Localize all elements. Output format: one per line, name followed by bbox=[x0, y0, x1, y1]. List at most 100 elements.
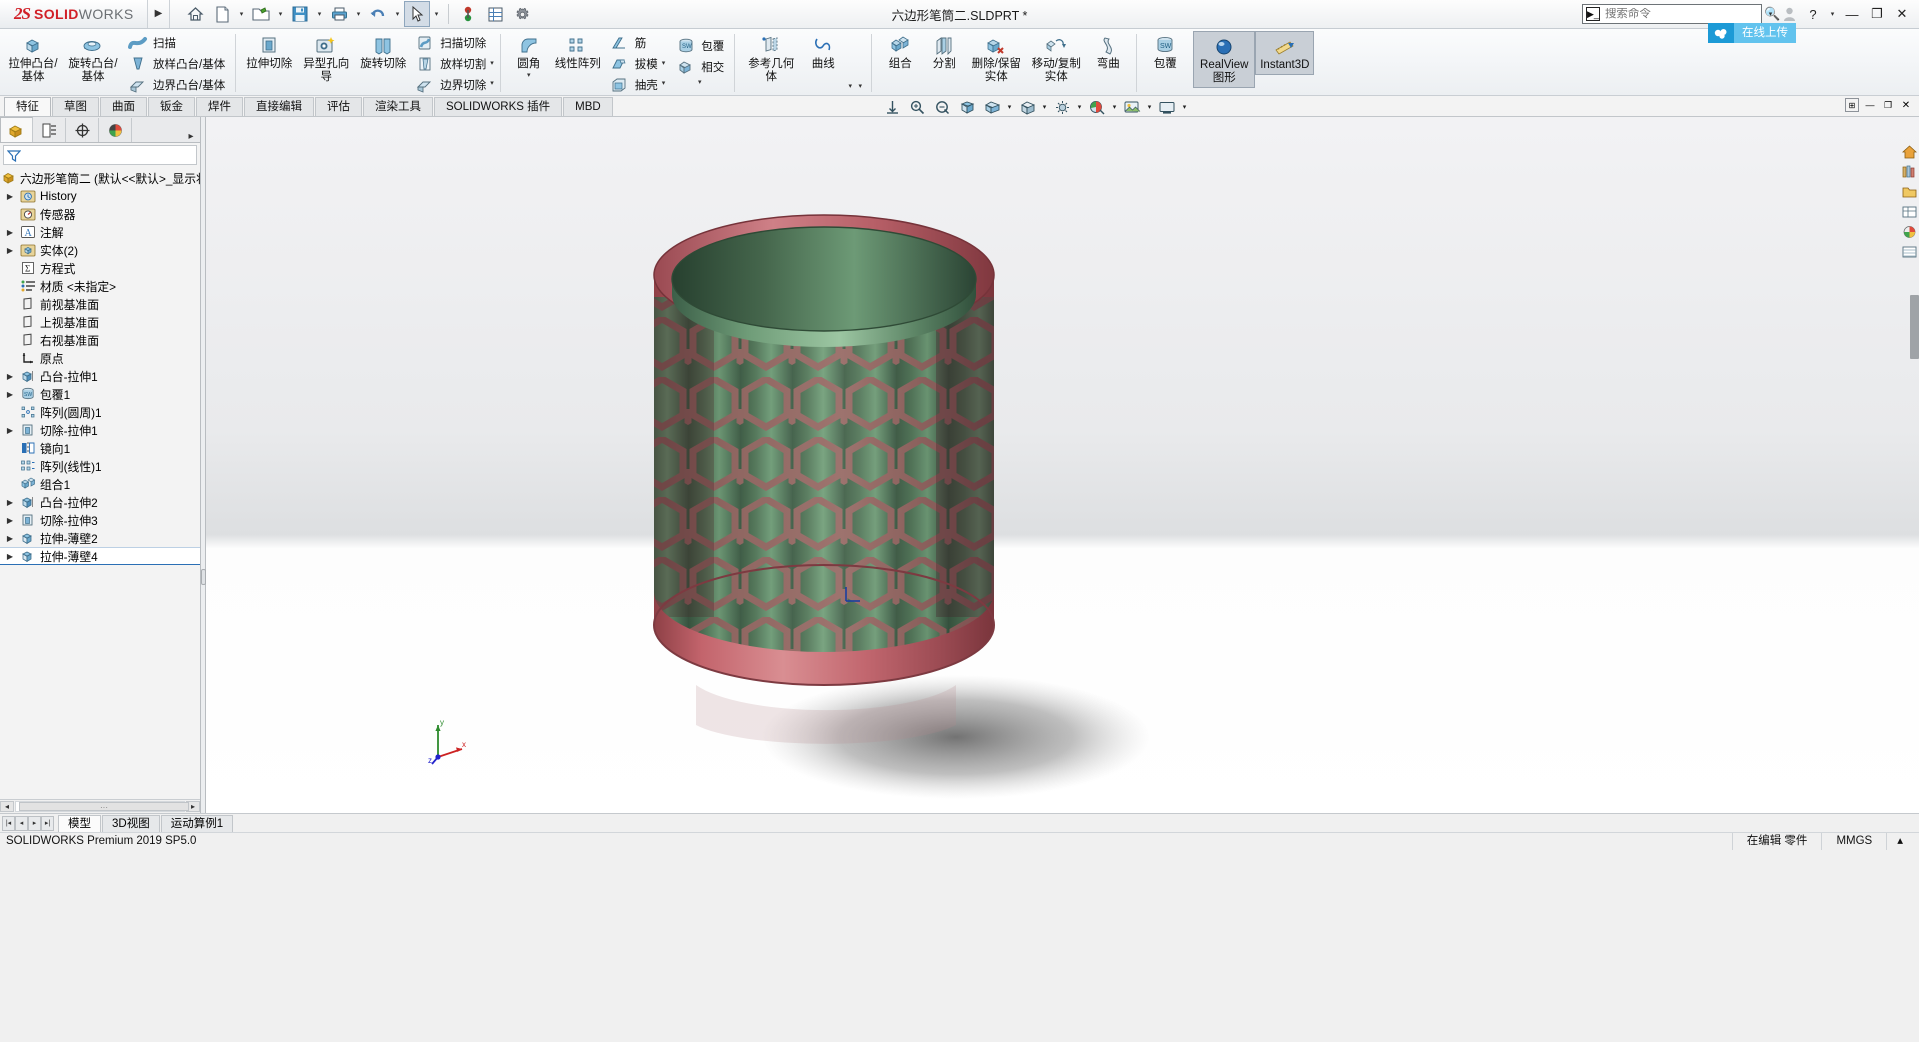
tab-evaluate[interactable]: 评估 bbox=[315, 97, 362, 116]
wrap2-button[interactable]: SW 包覆 bbox=[1143, 31, 1187, 73]
hide-show-items-icon[interactable] bbox=[1050, 96, 1074, 118]
expander-icon[interactable]: ▶ bbox=[2, 192, 18, 201]
property-manager-tab[interactable] bbox=[33, 118, 66, 142]
tab-nav-first-icon[interactable]: |◂ bbox=[2, 816, 15, 831]
minimize-graphics-button[interactable]: — bbox=[1863, 98, 1877, 112]
new-document-icon[interactable] bbox=[209, 1, 235, 27]
online-upload-badge[interactable]: 在线上传 bbox=[1708, 23, 1796, 43]
tab-mbd[interactable]: MBD bbox=[563, 97, 613, 116]
expander-icon[interactable]: ▶ bbox=[2, 426, 18, 435]
open-caret-icon[interactable]: ▾ bbox=[275, 1, 286, 27]
move-copy-body-button[interactable]: 移动/复制实体 bbox=[1026, 31, 1086, 86]
help-button[interactable]: ? bbox=[1802, 3, 1824, 25]
open-icon[interactable] bbox=[248, 1, 274, 27]
expander-icon[interactable]: ▶ bbox=[2, 228, 18, 237]
expander-icon[interactable]: ▶ bbox=[2, 516, 18, 525]
feature-tree-item[interactable]: 传感器 bbox=[0, 205, 200, 223]
view-settings-icon[interactable] bbox=[1155, 96, 1179, 118]
tab-features[interactable]: 特征 bbox=[4, 97, 51, 116]
restore-graphics-button[interactable]: ❐ bbox=[1881, 98, 1895, 112]
cut-caret-2-icon[interactable]: ▾ bbox=[490, 73, 494, 93]
gear-icon[interactable] bbox=[509, 1, 535, 27]
feature-tree-item[interactable]: ▶A注解 bbox=[0, 223, 200, 241]
tab-surfaces[interactable]: 曲面 bbox=[100, 97, 147, 116]
sweep-cut-button[interactable]: 扫描切除 bbox=[410, 32, 490, 53]
undo-caret-icon[interactable]: ▾ bbox=[392, 1, 403, 27]
feature-tree-item[interactable]: ▶凸台-拉伸1 bbox=[0, 367, 200, 385]
tab-nav-last-icon[interactable]: ▸| bbox=[41, 816, 54, 831]
close-button[interactable]: ✕ bbox=[1891, 3, 1913, 25]
fillet-caret-icon[interactable]: ▾ bbox=[527, 71, 531, 80]
graphics-area[interactable]: y x z bbox=[206, 117, 1919, 813]
units-label[interactable]: MMGS bbox=[1821, 833, 1886, 850]
feature-tree-item[interactable]: 材质 <未指定> bbox=[0, 277, 200, 295]
hole-wizard-button[interactable]: 异型孔向导 bbox=[296, 31, 356, 86]
select-caret-icon[interactable]: ▾ bbox=[431, 1, 442, 27]
units-caret-icon[interactable]: ▴ bbox=[1886, 833, 1913, 850]
feature-tree-item[interactable]: ▶SW包覆1 bbox=[0, 385, 200, 403]
scene-caret-icon[interactable]: ▾ bbox=[1145, 96, 1154, 118]
feature-tree-item[interactable]: ▶实体(2) bbox=[0, 241, 200, 259]
search-box[interactable]: ▶_ 🔍 bbox=[1582, 4, 1762, 24]
file-explorer-icon[interactable] bbox=[1900, 183, 1918, 201]
loft-cut-button[interactable]: 放样切割 bbox=[410, 53, 490, 74]
feature-tree-item[interactable]: 组合1 bbox=[0, 475, 200, 493]
feature-manager-expand-icon[interactable]: ▸ bbox=[182, 131, 200, 142]
curves-caret-icon[interactable]: ▾ bbox=[855, 79, 865, 93]
tab-nav-next-icon[interactable]: ▸ bbox=[28, 816, 41, 831]
expander-icon[interactable]: ▶ bbox=[2, 390, 18, 399]
revolve-boss-button[interactable]: 旋转凸台/基体 bbox=[63, 31, 123, 86]
tab-render-tools[interactable]: 渲染工具 bbox=[363, 97, 433, 116]
wrap-caret-icon[interactable]: ▾ bbox=[671, 77, 728, 86]
instant3d-button[interactable]: Instant3D bbox=[1255, 31, 1314, 75]
print-caret-icon[interactable]: ▾ bbox=[353, 1, 364, 27]
custom-properties-icon[interactable] bbox=[1900, 243, 1918, 261]
feature-tree-item[interactable]: 前视基准面 bbox=[0, 295, 200, 313]
zoom-to-area-icon[interactable] bbox=[905, 96, 929, 118]
print-icon[interactable] bbox=[326, 1, 352, 27]
view-settings-caret-icon[interactable]: ▾ bbox=[1180, 96, 1189, 118]
delete-keep-body-button[interactable]: 删除/保留实体 bbox=[966, 31, 1026, 86]
view-orientation-icon[interactable] bbox=[980, 96, 1004, 118]
undo-icon[interactable] bbox=[365, 1, 391, 27]
expander-icon[interactable]: ▶ bbox=[2, 552, 18, 561]
search-input[interactable] bbox=[1605, 8, 1759, 20]
feature-tree-item[interactable]: 右视基准面 bbox=[0, 331, 200, 349]
feature-tree-item[interactable]: Σ方程式 bbox=[0, 259, 200, 277]
loft-boss-button[interactable]: 放样凸台/基体 bbox=[123, 53, 229, 74]
home-icon[interactable] bbox=[182, 1, 208, 27]
zoom-to-fit-icon[interactable] bbox=[880, 96, 904, 118]
feature-tree-item[interactable]: ▶凸台-拉伸2 bbox=[0, 493, 200, 511]
menu-expander-icon[interactable]: ▶ bbox=[148, 0, 170, 28]
tab-direct-editing[interactable]: 直接编辑 bbox=[244, 97, 314, 116]
graphics-vertical-scrollbar[interactable] bbox=[1910, 295, 1919, 359]
tab-weldments[interactable]: 焊件 bbox=[196, 97, 243, 116]
cut-caret-1-icon[interactable]: ▾ bbox=[490, 53, 494, 73]
flex-button[interactable]: 弯曲 bbox=[1086, 31, 1130, 73]
draft-button[interactable]: 拔模 bbox=[605, 53, 662, 74]
display-style-caret-icon[interactable]: ▾ bbox=[1040, 96, 1049, 118]
scroll-left-icon[interactable]: ◂ bbox=[0, 801, 14, 812]
realview-graphics-button[interactable]: RealView 图形 bbox=[1193, 31, 1255, 88]
wrap-button[interactable]: SW 包覆 bbox=[671, 35, 728, 56]
view-palette-icon[interactable] bbox=[1900, 203, 1918, 221]
user-icon[interactable] bbox=[1779, 3, 1799, 25]
refgeo-caret-icon[interactable]: ▾ bbox=[845, 79, 855, 93]
feature-tree-filter[interactable] bbox=[3, 145, 197, 165]
help-caret-icon[interactable]: ▾ bbox=[1827, 1, 1838, 27]
extrude-boss-button[interactable]: 拉伸凸台/基体 bbox=[3, 31, 63, 86]
save-icon[interactable] bbox=[287, 1, 313, 27]
view-orientation-caret-icon[interactable]: ▾ bbox=[1005, 96, 1014, 118]
tab-sketch[interactable]: 草图 bbox=[52, 97, 99, 116]
extrude-cut-button[interactable]: 拉伸切除 bbox=[242, 31, 296, 73]
edit-appearance-icon[interactable] bbox=[1085, 96, 1109, 118]
feature-tree-item[interactable]: 阵列(线性)1 bbox=[0, 457, 200, 475]
intersect-button[interactable]: 相交 bbox=[671, 56, 728, 77]
tab-nav-prev-icon[interactable]: ◂ bbox=[15, 816, 28, 831]
expander-icon[interactable]: ▶ bbox=[2, 372, 18, 381]
feature-tree-item[interactable]: ▶拉伸-薄壁2 bbox=[0, 529, 200, 547]
options-grid-icon[interactable] bbox=[482, 1, 508, 27]
expander-icon[interactable]: ▶ bbox=[2, 534, 18, 543]
feature-tree-item[interactable]: ▶切除-拉伸3 bbox=[0, 511, 200, 529]
shell-button[interactable]: 抽壳 bbox=[605, 74, 662, 95]
